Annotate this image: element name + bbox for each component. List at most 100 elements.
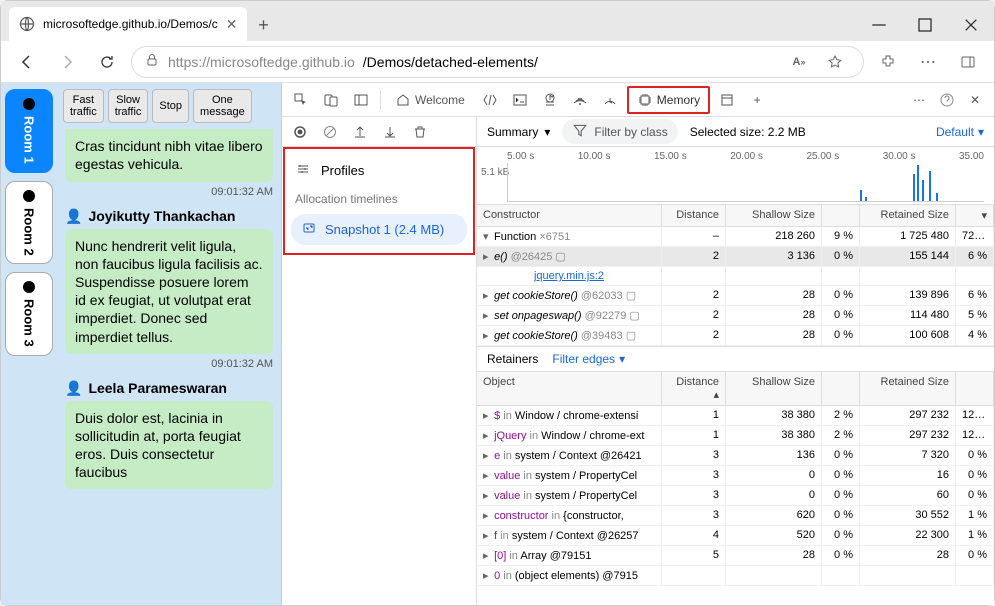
network-icon[interactable]	[567, 87, 593, 113]
room-tab-1[interactable]: Room 1	[5, 89, 53, 173]
close-window-button[interactable]	[948, 9, 994, 41]
status-dot	[23, 98, 35, 110]
close-tab-icon[interactable]: ✕	[226, 16, 238, 33]
table-row[interactable]: ▸ value in system / PropertyCel300 %600 …	[477, 486, 994, 506]
globe-icon	[19, 16, 35, 32]
summary-bar: Summary▾ Filter by class Selected size: …	[477, 117, 994, 147]
profiles-highlight: Profiles Allocation timelines Snapshot 1…	[283, 147, 475, 255]
device-icon[interactable]	[318, 87, 344, 113]
welcome-tab[interactable]: Welcome	[387, 88, 473, 112]
snapshot-item[interactable]: Snapshot 1 (2.4 MB)	[291, 214, 467, 245]
more-tools-icon[interactable]: ⋯	[906, 87, 932, 113]
filter-edges-dropdown[interactable]: Filter edges▾	[552, 352, 625, 366]
tab-title: microsoftedge.github.io/Demos/c	[43, 17, 218, 31]
table-row[interactable]: ▾ Function ×6751–218 2609 %1 725 48072 %	[477, 227, 994, 247]
close-devtools-icon[interactable]: ✕	[962, 87, 988, 113]
allocation-section: Allocation timelines	[285, 186, 473, 212]
chat-toolbar: Fasttraffic Slowtraffic Stop Onemessage	[57, 83, 281, 129]
message-author: 👤Joyikutty Thankachan	[65, 208, 273, 225]
constructor-rows: ▾ Function ×6751–218 2609 %1 725 48072 %…	[477, 227, 994, 346]
table-row[interactable]: ▸ get cookieStore() @62033 ▢2280 %139 89…	[477, 286, 994, 306]
one-message-button[interactable]: Onemessage	[193, 89, 252, 123]
save-icon[interactable]	[380, 122, 400, 142]
constructor-header: Constructor Distance Shallow Size Retain…	[477, 205, 994, 227]
message: 👤Leela Parameswaran Duis dolor est, laci…	[65, 380, 273, 490]
status-dot	[23, 281, 35, 293]
person-icon: 👤	[65, 208, 82, 225]
y-label: 5.1 kB	[481, 167, 509, 178]
memory-tab[interactable]: Memory	[627, 86, 710, 114]
back-button[interactable]	[11, 46, 43, 78]
lock-icon	[144, 52, 160, 71]
sliders-icon	[295, 161, 311, 180]
console-icon[interactable]	[507, 87, 533, 113]
url-prefix: https://microsoftedge.github.io	[168, 54, 355, 70]
room-list: Room 1 Room 2 Room 3	[1, 83, 57, 605]
devtools: Welcome Memory + ⋯ ✕	[281, 83, 994, 605]
room-tab-2[interactable]: Room 2	[5, 181, 53, 265]
profiles-header[interactable]: Profiles	[285, 155, 473, 186]
table-row[interactable]: ▸ $ in Window / chrome-extensi138 3802 %…	[477, 406, 994, 426]
favorite-icon[interactable]	[819, 46, 851, 78]
refresh-button[interactable]	[91, 46, 123, 78]
inspect-icon[interactable]	[288, 87, 314, 113]
message-text: Cras tincidunt nibh vitae libero egestas…	[65, 129, 273, 181]
table-row[interactable]: ▸ constructor in {constructor,36200 %30 …	[477, 506, 994, 526]
maximize-button[interactable]	[902, 9, 948, 41]
room-tab-3[interactable]: Room 3	[5, 272, 53, 356]
table-row[interactable]: ▸ jQuery in Window / chrome-ext138 3802 …	[477, 426, 994, 446]
clear-icon[interactable]	[320, 122, 340, 142]
delete-icon[interactable]	[410, 122, 430, 142]
profiles-panel: Profiles Allocation timelines Snapshot 1…	[282, 117, 477, 605]
selected-size: Selected size: 2.2 MB	[690, 125, 806, 139]
table-row[interactable]: ▸ f in system / Context @2625745200 %22 …	[477, 526, 994, 546]
table-row[interactable]: ▸ value in system / PropertyCel300 %160 …	[477, 466, 994, 486]
profiles-toolbar	[282, 117, 476, 147]
filter-class[interactable]: Filter by class	[562, 119, 677, 144]
chevron-down-icon: ▾	[978, 125, 984, 139]
record-icon[interactable]	[290, 122, 310, 142]
new-tab-button[interactable]: +	[247, 9, 279, 41]
elements-icon[interactable]	[477, 87, 503, 113]
slow-traffic-button[interactable]: Slowtraffic	[108, 89, 149, 123]
browser-tab[interactable]: microsoftedge.github.io/Demos/c ✕	[9, 7, 247, 41]
snapshot-detail: Summary▾ Filter by class Selected size: …	[477, 117, 994, 605]
table-row[interactable]: ▸ get cookieStore() @39483 ▢2280 %100 60…	[477, 326, 994, 346]
application-icon[interactable]	[714, 87, 740, 113]
table-row[interactable]: ▸ e() @26425 ▢23 1360 %155 1446 %	[477, 247, 994, 267]
forward-button[interactable]	[51, 46, 83, 78]
snapshot-icon	[301, 220, 317, 239]
sources-icon[interactable]	[537, 87, 563, 113]
table-row[interactable]: jquery.min.js:2	[477, 267, 994, 286]
status-dot	[23, 190, 35, 202]
summary-dropdown[interactable]: Summary▾	[487, 125, 550, 139]
help-icon[interactable]	[934, 87, 960, 113]
more-icon[interactable]: ⋯	[912, 46, 944, 78]
retainers-header: Object Distance ▴ Shallow Size Retained …	[477, 372, 994, 406]
address-bar: https://microsoftedge.github.io/Demos/de…	[1, 41, 994, 83]
allocation-timeline[interactable]: 5.00 s10.00 s15.00 s20.00 s25.00 s30.00 …	[477, 147, 994, 205]
timeline-bars	[507, 163, 984, 202]
add-tab-icon[interactable]: +	[744, 87, 770, 113]
message-list: Cras tincidunt nibh vitae libero egestas…	[57, 129, 281, 499]
table-row[interactable]: ▸ [0] in Array @791515280 %280 %	[477, 546, 994, 566]
panel-icon[interactable]	[348, 87, 374, 113]
room-label: Room 3	[22, 299, 37, 347]
room-label: Room 2	[22, 208, 37, 256]
url-field[interactable]: https://microsoftedge.github.io/Demos/de…	[131, 46, 864, 78]
extensions-icon[interactable]	[872, 46, 904, 78]
reading-icon[interactable]: A»	[783, 46, 815, 78]
fast-traffic-button[interactable]: Fasttraffic	[63, 89, 104, 123]
message-text: Duis dolor est, lacinia in sollicitudin …	[65, 401, 273, 490]
stop-button[interactable]: Stop	[152, 89, 189, 123]
performance-icon[interactable]	[597, 87, 623, 113]
retainer-rows: ▸ $ in Window / chrome-extensi138 3802 %…	[477, 406, 994, 586]
table-row[interactable]: ▸ 0 in (object elements) @7915	[477, 566, 994, 586]
sidebar-icon[interactable]	[952, 46, 984, 78]
minimize-button[interactable]	[856, 9, 902, 41]
filter-icon	[572, 122, 588, 141]
table-row[interactable]: ▸ set onpageswap() @92279 ▢2280 %114 480…	[477, 306, 994, 326]
default-dropdown[interactable]: Default▾	[936, 125, 984, 139]
table-row[interactable]: ▸ e in system / Context @2642131360 %7 3…	[477, 446, 994, 466]
load-icon[interactable]	[350, 122, 370, 142]
